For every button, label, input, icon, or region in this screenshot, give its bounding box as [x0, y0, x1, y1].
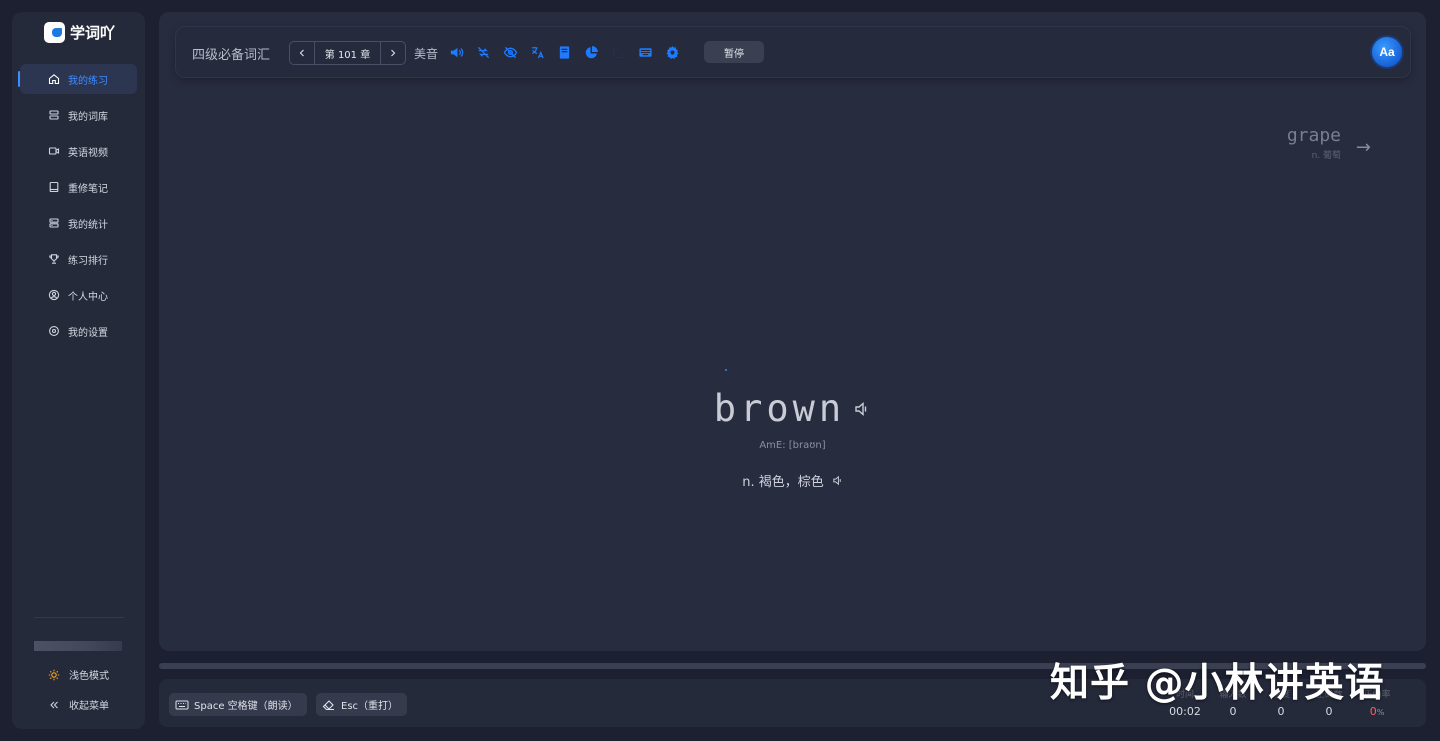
sidebar-item-label: 个人中心 — [68, 291, 108, 303]
collapse-menu-button[interactable]: 收起菜单 — [48, 697, 109, 712]
theme-toggle-label: 浅色模式 — [69, 671, 109, 682]
chapter-switcher: 第 101 章 — [289, 41, 406, 65]
esc-hint-label: Esc（重打） — [341, 701, 399, 712]
sidebar-nav: 我的练习 我的词库 英语视频 重修笔记 我的统计 练习排行 个人中心 我的设置 — [12, 64, 145, 352]
app-name: 学词吖 — [70, 24, 116, 42]
sidebar-item-english-video[interactable]: 英语视频 — [20, 136, 137, 166]
pie-chart-icon[interactable] — [583, 44, 599, 60]
next-word-translation: n. 葡萄 — [1311, 151, 1341, 161]
logo-icon — [44, 22, 65, 43]
server-icon — [48, 217, 60, 229]
book-icon — [48, 181, 60, 193]
trophy-icon — [48, 253, 60, 265]
sidebar-item-label: 我的词库 — [68, 111, 108, 123]
keyboard-icon — [175, 700, 189, 709]
double-chevron-left-icon — [48, 699, 60, 711]
phonetic: AmE: [braʊn] — [759, 440, 826, 451]
home-icon — [48, 73, 60, 85]
user-info-blurred — [34, 641, 122, 651]
translate-icon[interactable] — [529, 44, 545, 60]
user-circle-icon — [48, 289, 60, 301]
app-logo[interactable]: 学词吖 — [44, 22, 115, 43]
next-word: grape — [1286, 125, 1341, 146]
accuracy-unit: % — [1376, 708, 1385, 717]
sidebar-item-my-wordbank[interactable]: 我的词库 — [20, 100, 137, 130]
eraser-icon — [322, 699, 334, 710]
input-cursor — [725, 369, 727, 371]
collapse-menu-label: 收起菜单 — [69, 701, 109, 712]
moon-icon[interactable] — [610, 44, 626, 60]
prev-chapter-button[interactable] — [290, 42, 314, 64]
sidebar-divider — [34, 617, 124, 618]
translation-row: n. 褐色，棕色 — [159, 471, 1426, 490]
pause-button[interactable]: 暂停 — [704, 41, 764, 63]
chevron-right-icon — [391, 49, 396, 57]
sidebar-item-label: 练习排行 — [68, 255, 108, 267]
avatar[interactable]: Aa — [1372, 37, 1402, 67]
sidebar: 学词吖 我的练习 我的词库 英语视频 重修笔记 我的统计 练习排行 个人中心 我… — [12, 12, 145, 729]
current-word-row: brown — [159, 387, 1426, 430]
sidebar-item-profile[interactable]: 个人中心 — [20, 280, 137, 310]
arrow-right-icon[interactable]: → — [1356, 137, 1371, 158]
notebook-icon[interactable] — [556, 44, 572, 60]
sidebar-item-my-stats[interactable]: 我的统计 — [20, 208, 137, 238]
speaker-icon[interactable] — [832, 475, 843, 486]
space-read-hint[interactable]: Space 空格键（朗读） — [169, 693, 307, 716]
chevron-left-icon — [299, 49, 304, 57]
practice-panel: 四级必备词汇 第 101 章 美音 暂停 Aa grape n. 葡萄 → br… — [159, 12, 1426, 651]
theme-toggle[interactable]: 浅色模式 — [48, 667, 109, 682]
dictionary-selector[interactable]: 四级必备词汇 — [192, 44, 270, 63]
speaker-icon[interactable] — [853, 400, 871, 418]
esc-retype-hint[interactable]: Esc（重打） — [316, 693, 408, 716]
chapter-label[interactable]: 第 101 章 — [314, 42, 381, 64]
sidebar-item-label: 重修笔记 — [68, 183, 108, 195]
accent-selector[interactable]: 美音 — [414, 45, 438, 62]
loop-off-icon[interactable] — [475, 44, 491, 60]
sun-icon — [48, 669, 60, 681]
space-hint-label: Space 空格键（朗读） — [194, 701, 298, 712]
sidebar-item-review-notes[interactable]: 重修笔记 — [20, 172, 137, 202]
gear-icon[interactable] — [664, 44, 680, 60]
sidebar-item-label: 我的设置 — [68, 327, 108, 339]
toolbar: 四级必备词汇 第 101 章 美音 暂停 Aa — [175, 26, 1411, 78]
settings-icon — [48, 325, 60, 337]
toolbar-icons — [448, 44, 680, 60]
sidebar-item-my-practice[interactable]: 我的练习 — [18, 64, 137, 94]
database-icon — [48, 109, 60, 121]
eye-off-icon[interactable] — [502, 44, 518, 60]
translation: n. 褐色，棕色 — [742, 475, 824, 490]
sidebar-item-label: 我的练习 — [68, 75, 108, 87]
keyboard-icon[interactable] — [637, 44, 653, 60]
sidebar-item-ranking[interactable]: 练习排行 — [20, 244, 137, 274]
volume-icon[interactable] — [448, 44, 464, 60]
video-icon — [48, 145, 60, 157]
watermark: 知乎 @小林讲英语 — [1050, 661, 1385, 706]
next-chapter-button[interactable] — [381, 42, 405, 64]
sidebar-item-settings[interactable]: 我的设置 — [20, 316, 137, 346]
sidebar-item-label: 英语视频 — [68, 147, 108, 159]
sidebar-item-label: 我的统计 — [68, 219, 108, 231]
current-word: brown — [713, 387, 846, 430]
next-word-preview[interactable]: grape n. 葡萄 — [1287, 125, 1341, 161]
